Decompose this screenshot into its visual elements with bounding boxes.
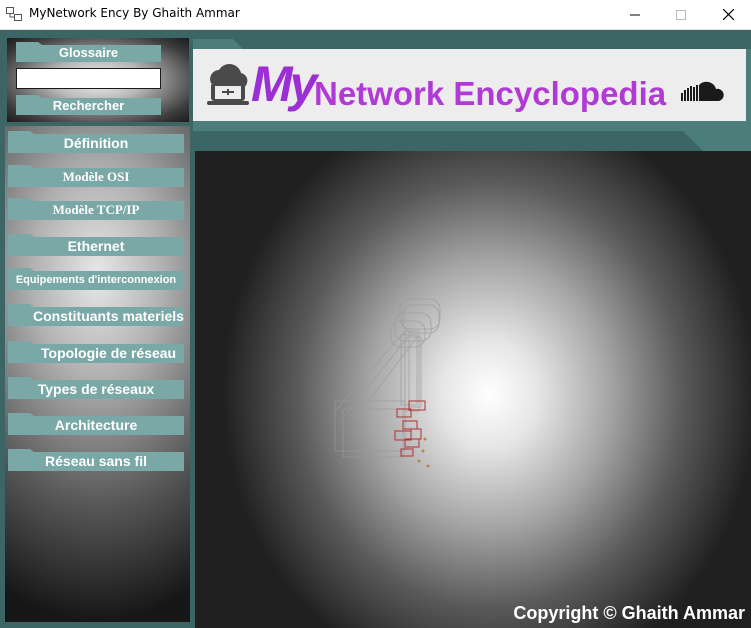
main-content: Copyright © Ghaith Ammar [195,151,751,628]
nav-item-wireless-network[interactable]: Réseau sans fil [8,449,184,471]
soundcloud-icon [681,81,724,101]
minimize-icon [630,14,640,15]
glossary-label: Glossaire [58,45,119,60]
nav-item-definition[interactable]: Définition [8,131,184,153]
nav-item-network-types[interactable]: Types de réseaux [8,377,184,399]
search-input[interactable] [16,68,161,89]
nav-item-ethernet[interactable]: Ethernet [8,234,184,256]
nav-panel: Définition Modèle OSI Modèle TCP/IP Ethe… [5,126,190,622]
nav-item-label: Ethernet [67,238,125,254]
nav-item-architecture[interactable]: Architecture [8,413,184,435]
nav-item-label: Equipements d'interconnexion [15,274,177,286]
network-illustration [334,298,441,468]
maximize-button[interactable] [658,0,704,29]
title-bar[interactable]: MyNetwork Ency By Ghaith Ammar [0,0,751,30]
brand-my: My [251,56,317,112]
brand-title: Network Encyclopedia [314,75,667,112]
nav-item-network-topology[interactable]: Topologie de réseau [8,341,184,363]
header-banner: My Network Encyclopedia [193,49,746,121]
minimize-button[interactable] [612,0,658,29]
nav-item-tcpip-model[interactable]: Modèle TCP/IP [8,198,184,220]
nav-item-label: Réseau sans fil [45,453,147,469]
nav-item-osi-model[interactable]: Modèle OSI [8,165,184,187]
search-panel: Glossaire Rechercher [7,38,189,122]
cloud-laptop-icon [207,64,249,105]
search-label: Rechercher [52,98,125,113]
nav-item-label: Topologie de réseau [41,345,177,361]
window-title: MyNetwork Ency By Ghaith Ammar [29,6,240,20]
app-icon [6,7,22,21]
close-icon [722,9,734,20]
app-client-area: Glossaire Rechercher Définition Modèle O… [0,30,751,628]
nav-item-hardware-components[interactable]: Constituants materiels [8,304,184,326]
copyright-text: Copyright © Ghaith Ammar [513,603,745,623]
glossary-button[interactable]: Glossaire [16,42,161,62]
nav-item-label: Types de réseaux [37,381,155,397]
nav-item-label: Définition [63,135,129,151]
search-button[interactable]: Rechercher [16,95,161,115]
nav-item-label: Modèle TCP/IP [52,202,140,217]
nav-item-label: Constituants materiels [33,308,184,324]
nav-item-interconnection-equipment[interactable]: Equipements d'interconnexion [8,268,184,290]
nav-item-label: Modèle OSI [62,169,130,184]
nav-item-label: Architecture [54,417,138,433]
close-button[interactable] [705,0,751,29]
maximize-icon [676,9,686,20]
